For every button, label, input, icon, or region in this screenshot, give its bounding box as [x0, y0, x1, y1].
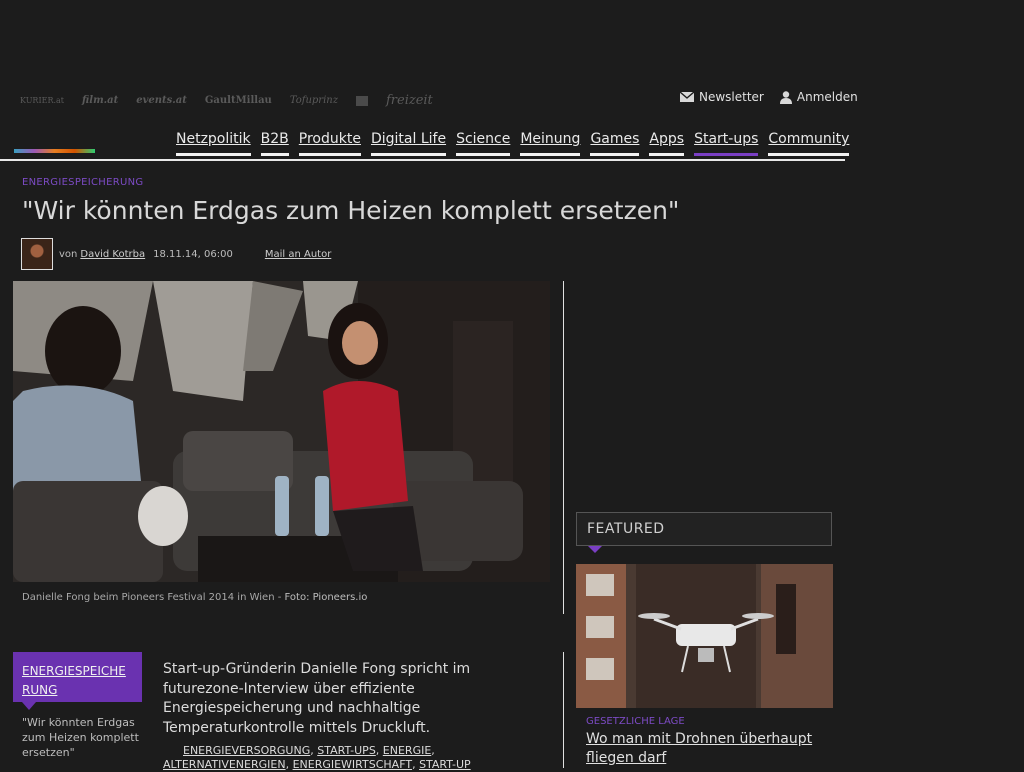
nav-item-start-ups[interactable]: Start-ups	[694, 131, 759, 156]
drone-photo	[576, 564, 833, 708]
login-label: Anmelden	[796, 90, 858, 104]
hero-photo	[13, 281, 550, 582]
partner-logo-box-icon[interactable]	[355, 95, 368, 106]
featured-heading: FEATURED	[587, 521, 665, 537]
author-link[interactable]: David Kotrba	[80, 249, 145, 260]
partner-logo-freizeit[interactable]: freizeit	[386, 93, 433, 108]
featured-kicker: GESETZLICHE LAGE	[586, 716, 685, 727]
article-kicker: ENERGIESPEICHERUNG	[22, 177, 144, 188]
column-divider-bottom	[563, 652, 564, 768]
partner-logo-events[interactable]: events.at	[136, 95, 187, 106]
tag-link[interactable]: START-UP	[419, 758, 471, 771]
nav-item-games[interactable]: Games	[590, 131, 640, 156]
partner-logo-tofuprinz[interactable]: Tofuprinz	[290, 95, 338, 106]
tag-link[interactable]: START-UPS	[317, 744, 376, 757]
futurezone-logo-stripe[interactable]	[14, 149, 95, 153]
featured-pointer	[588, 546, 602, 553]
nav-item-netzpolitik[interactable]: Netzpolitik	[176, 131, 251, 156]
nav-item-science[interactable]: Science	[456, 131, 511, 156]
nav-item-digital-life[interactable]: Digital Life	[370, 131, 447, 156]
category-box: ENERGIESPEICHERUNG	[13, 652, 142, 702]
article-byline: von David Kotrba 18.11.14, 06:00 Mail an…	[21, 238, 331, 270]
main-nav: Netzpolitik B2B Produkte Digital Life Sc…	[176, 131, 850, 156]
tag-link[interactable]: ALTERNATIVENERGIEN	[163, 758, 286, 771]
login-link[interactable]: Anmelden	[779, 90, 858, 104]
category-box-pointer	[22, 702, 36, 710]
tag-link[interactable]: ENERGIEWIRTSCHAFT	[293, 758, 413, 771]
user-icon	[779, 90, 792, 104]
envelope-icon	[680, 92, 694, 102]
featured-image[interactable]	[576, 564, 833, 708]
partner-logo-gaultmillau[interactable]: GaultMillau	[205, 95, 272, 106]
tag-link[interactable]: ENERGIE	[383, 744, 432, 757]
nav-item-produkte[interactable]: Produkte	[298, 131, 361, 156]
image-caption: Danielle Fong beim Pioneers Festival 201…	[22, 592, 367, 603]
partner-logo-kurier[interactable]: KURIER.at	[20, 96, 64, 105]
article-lead: Start-up-Gründerin Danielle Fong spricht…	[163, 661, 471, 736]
partner-logo-film[interactable]: film.at	[82, 95, 118, 106]
nav-item-apps[interactable]: Apps	[649, 131, 685, 156]
user-actions: Newsletter Anmelden	[680, 90, 858, 104]
column-divider-top	[563, 281, 564, 614]
category-link[interactable]: ENERGIESPEICHERUNG	[22, 664, 126, 697]
tag-link[interactable]: ENERGIEVERSORGUNG	[183, 744, 310, 757]
publish-date: 18.11.14, 06:00	[153, 248, 233, 260]
nav-item-meinung[interactable]: Meinung	[520, 131, 581, 156]
newsletter-link[interactable]: Newsletter	[680, 90, 764, 104]
nav-item-b2b[interactable]: B2B	[260, 131, 289, 156]
caption-text: Danielle Fong beim Pioneers Festival 201…	[22, 592, 285, 603]
featured-article-link[interactable]: Wo man mit Drohnen überhaupt fliegen dar…	[586, 730, 826, 768]
author-avatar[interactable]	[21, 238, 53, 270]
featured-header: FEATURED	[576, 512, 832, 546]
partner-logos: KURIER.at film.at events.at GaultMillau …	[20, 93, 433, 108]
mail-author-link[interactable]: Mail an Autor	[265, 249, 331, 260]
category-quote: "Wir könnten Erdgas zum Heizen komplett …	[22, 716, 139, 759]
caption-credit: Foto: Pioneers.io	[284, 592, 368, 603]
nav-item-community[interactable]: Community	[768, 131, 850, 156]
nav-divider	[0, 159, 845, 161]
byline-prefix: von	[59, 248, 78, 260]
newsletter-label: Newsletter	[699, 90, 764, 104]
article-hero-image[interactable]	[13, 281, 550, 582]
article-headline: "Wir könnten Erdgas zum Heizen komplett …	[22, 196, 680, 225]
